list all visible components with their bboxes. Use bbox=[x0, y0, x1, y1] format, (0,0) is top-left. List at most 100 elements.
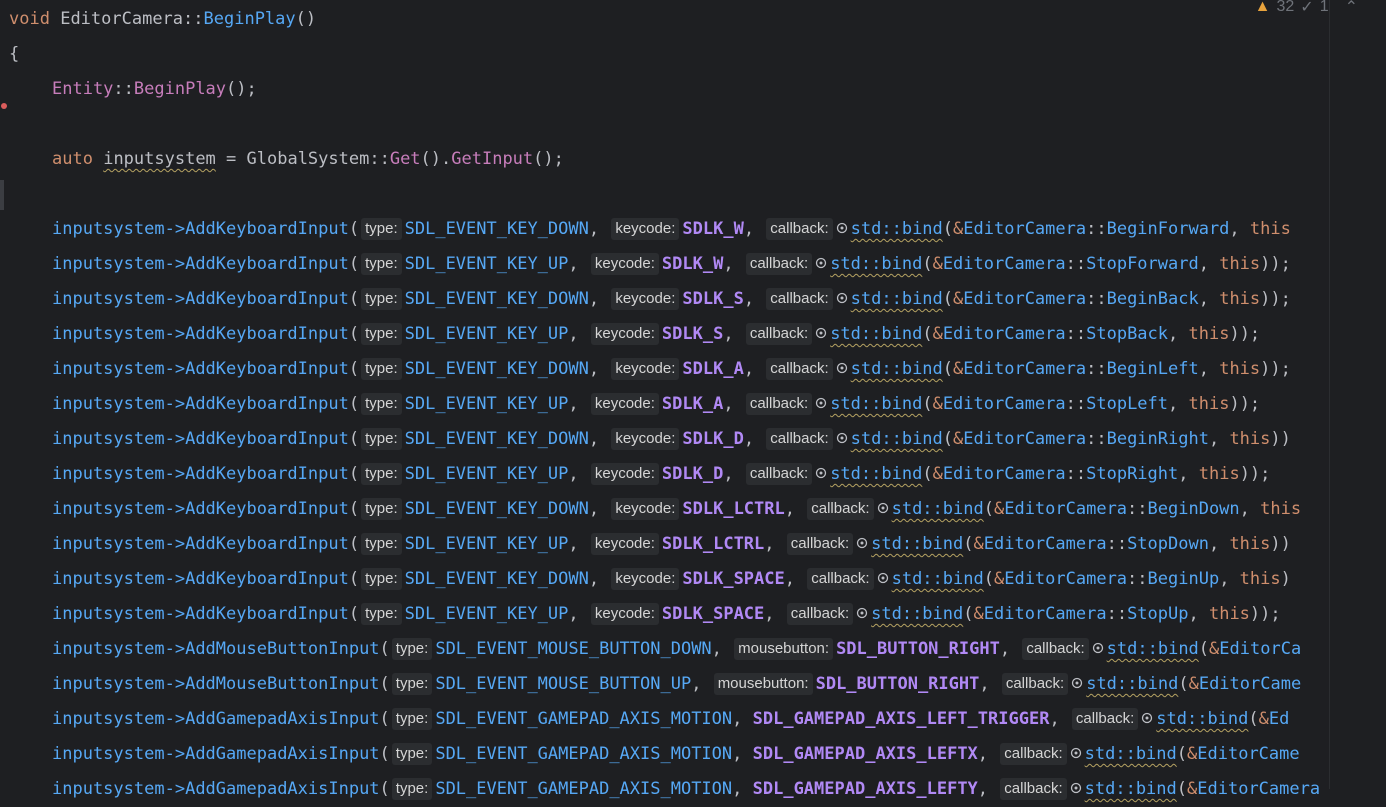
std-bind: std::bind bbox=[891, 499, 984, 519]
input-binding-line[interactable]: inputsystem->AddKeyboardInput(type: SDL_E… bbox=[52, 352, 1291, 387]
this-keyword: this bbox=[1229, 429, 1271, 449]
comma: , bbox=[1178, 464, 1199, 484]
event-constant: SDL_EVENT_KEY_DOWN bbox=[404, 289, 589, 309]
class-name: EditorCamera bbox=[1004, 499, 1128, 519]
input-binding-line[interactable]: inputsystem->AddGamepadAxisInput(type: SD… bbox=[52, 737, 1300, 772]
input-binding-line[interactable]: inputsystem->AddKeyboardInput(type: SDL_E… bbox=[52, 597, 1281, 632]
code-line-1[interactable]: void EditorCamera::BeginPlay() bbox=[9, 2, 316, 37]
param-hint-type: type: bbox=[391, 708, 433, 730]
open-paren: ( bbox=[379, 639, 390, 659]
address-of: & bbox=[932, 394, 943, 414]
input-binding-line[interactable]: inputsystem->AddKeyboardInput(type: SDL_E… bbox=[52, 387, 1260, 422]
input-binding-line[interactable]: inputsystem->AddKeyboardInput(type: SDL_E… bbox=[52, 492, 1301, 527]
input-binding-line[interactable]: inputsystem->AddGamepadAxisInput(type: SD… bbox=[52, 772, 1320, 807]
open-paren: ( bbox=[379, 744, 390, 764]
input-binding-line[interactable]: inputsystem->AddMouseButtonInput(type: SD… bbox=[52, 667, 1301, 702]
code-line-2[interactable]: { bbox=[9, 37, 19, 72]
std-bind: std::bind bbox=[871, 604, 964, 624]
receiver-variable: inputsystem bbox=[52, 359, 165, 379]
open-paren: ( bbox=[1198, 639, 1210, 659]
method-name: AddKeyboardInput bbox=[185, 499, 349, 519]
class-name: EditorCamera bbox=[983, 604, 1107, 624]
event-constant: SDL_EVENT_GAMEPAD_AXIS_MOTION bbox=[435, 744, 733, 764]
receiver-variable: inputsystem bbox=[52, 674, 165, 694]
class-name: EditorCamera bbox=[1004, 569, 1128, 589]
open-paren: ( bbox=[922, 464, 933, 484]
this-keyword: this bbox=[1260, 499, 1302, 519]
address-of: & bbox=[1187, 744, 1198, 764]
warnings-count: 32 bbox=[1276, 0, 1295, 15]
arrow-operator: -> bbox=[164, 779, 186, 799]
param-hint-callback: callback: bbox=[766, 218, 833, 240]
arrow-operator: -> bbox=[164, 289, 186, 309]
scope-operator: :: bbox=[1127, 569, 1148, 589]
input-binding-line[interactable]: inputsystem->AddKeyboardInput(type: SDL_E… bbox=[52, 212, 1291, 247]
arrow-operator: -> bbox=[164, 464, 186, 484]
param-hint-callback: callback: bbox=[807, 568, 874, 590]
param-hint-callback: callback: bbox=[1001, 673, 1069, 695]
arrow-operator: -> bbox=[164, 254, 186, 274]
scope-operator: :: bbox=[1065, 464, 1087, 484]
std-bind: std::bind bbox=[850, 219, 943, 239]
key-constant: SDLK_D bbox=[682, 429, 744, 449]
address-of: & bbox=[973, 534, 984, 554]
comma: , bbox=[743, 289, 765, 309]
comma: , bbox=[1208, 429, 1230, 449]
param-hint-second: mousebutton: bbox=[734, 638, 834, 660]
input-binding-line[interactable]: inputsystem->AddKeyboardInput(type: SDL_E… bbox=[52, 422, 1291, 457]
arrow-operator: -> bbox=[164, 394, 186, 414]
input-binding-line[interactable]: inputsystem->AddKeyboardInput(type: SDL_E… bbox=[52, 527, 1291, 562]
collapse-icon[interactable]: ⌃ bbox=[1345, 0, 1358, 17]
input-binding-line[interactable]: inputsystem->AddMouseButtonInput(type: SD… bbox=[52, 632, 1301, 667]
code-line-5[interactable]: auto inputsystem = GlobalSystem::Get().G… bbox=[52, 142, 564, 177]
std-bind: std::bind bbox=[830, 394, 923, 414]
member-function: StopUp bbox=[1127, 604, 1189, 624]
comma: , bbox=[1229, 219, 1250, 239]
address-of: & bbox=[953, 289, 964, 309]
open-paren: ( bbox=[922, 254, 933, 274]
lambda-hint-icon bbox=[1072, 677, 1083, 689]
arrow-operator: -> bbox=[164, 534, 186, 554]
event-constant: SDL_EVENT_GAMEPAD_AXIS_MOTION bbox=[435, 709, 733, 729]
inspection-widget[interactable]: ▲ 32 ✓ 1 ⌃ bbox=[1255, 0, 1358, 18]
class-name-truncated: EditorCame bbox=[1198, 674, 1302, 694]
input-binding-line[interactable]: inputsystem->AddGamepadAxisInput(type: SD… bbox=[52, 702, 1289, 737]
input-binding-line[interactable]: inputsystem->AddKeyboardInput(type: SDL_E… bbox=[52, 282, 1291, 317]
event-constant: SDL_EVENT_KEY_UP bbox=[404, 534, 569, 554]
member-function: BeginBack bbox=[1106, 289, 1199, 309]
arrow-operator: -> bbox=[164, 709, 186, 729]
receiver-variable: inputsystem bbox=[52, 219, 165, 239]
open-paren: ( bbox=[348, 429, 360, 449]
param-hint-second: keycode: bbox=[590, 603, 659, 625]
comma: , bbox=[1219, 569, 1240, 589]
comma: , bbox=[977, 779, 999, 799]
address-of: & bbox=[932, 324, 943, 344]
call-end: (); bbox=[533, 149, 564, 169]
open-paren: ( bbox=[1176, 744, 1188, 764]
scope-operator: :: bbox=[1106, 534, 1128, 554]
scope-operator: :: bbox=[369, 149, 390, 169]
input-binding-line[interactable]: inputsystem->AddKeyboardInput(type: SDL_E… bbox=[52, 247, 1291, 282]
code-line-3[interactable]: Entity::BeginPlay(); bbox=[52, 72, 257, 107]
code-editor[interactable]: ▲ 32 ✓ 1 ⌃ void EditorCamera::BeginPlay(… bbox=[0, 0, 1386, 800]
input-binding-line[interactable]: inputsystem->AddKeyboardInput(type: SDL_E… bbox=[52, 317, 1260, 352]
comma: , bbox=[723, 464, 744, 484]
method-name: AddKeyboardInput bbox=[185, 569, 349, 589]
comma: , bbox=[743, 429, 765, 449]
receiver-variable: inputsystem bbox=[52, 394, 165, 414]
member-function: BeginLeft bbox=[1106, 359, 1199, 379]
receiver-variable: inputsystem bbox=[52, 289, 165, 309]
input-binding-line[interactable]: inputsystem->AddKeyboardInput(type: SDL_E… bbox=[52, 562, 1291, 597]
event-constant: SDL_EVENT_MOUSE_BUTTON_UP bbox=[435, 674, 692, 694]
param-hint-callback: callback: bbox=[1022, 638, 1089, 660]
change-marker-icon[interactable] bbox=[1, 103, 7, 109]
input-binding-line[interactable]: inputsystem->AddKeyboardInput(type: SDL_E… bbox=[52, 457, 1270, 492]
open-paren: ( bbox=[983, 499, 994, 519]
lambda-hint-icon bbox=[816, 257, 827, 269]
open-paren: ( bbox=[348, 289, 360, 309]
comma: , bbox=[999, 639, 1021, 659]
method-name: AddKeyboardInput bbox=[185, 394, 349, 414]
current-line-marker bbox=[0, 180, 4, 210]
event-constant: SDL_EVENT_KEY_DOWN bbox=[404, 429, 589, 449]
arrow-operator: -> bbox=[164, 219, 186, 239]
